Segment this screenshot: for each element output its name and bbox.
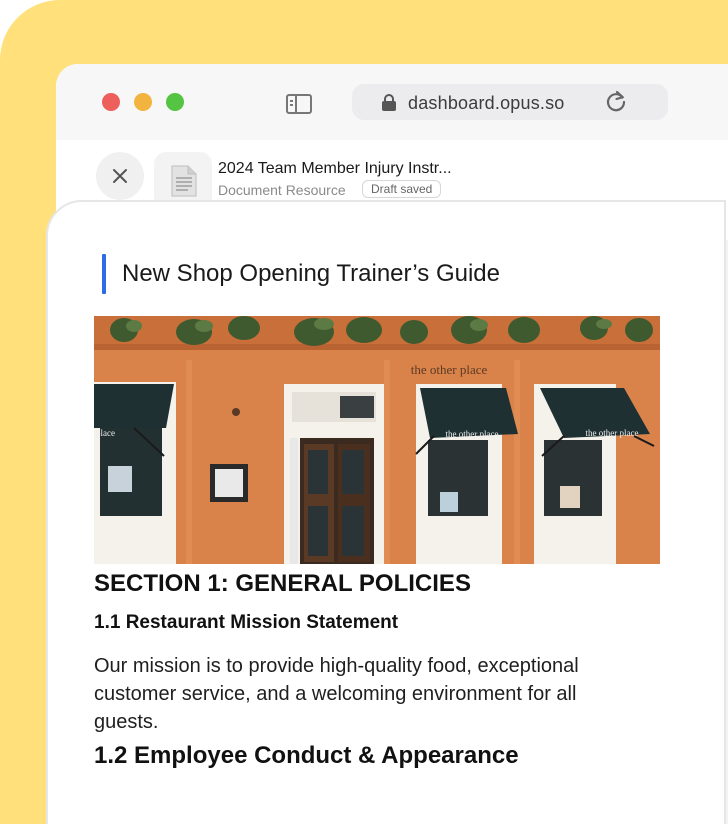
- lock-icon: [382, 94, 396, 111]
- browser-titlebar: dashboard.opus.so: [56, 64, 728, 140]
- document-title[interactable]: 2024 Team Member Injury Instr...: [218, 160, 452, 178]
- sidebar-toggle-icon[interactable]: [286, 94, 312, 114]
- window-minimize-dot[interactable]: [134, 93, 152, 111]
- document-type-label: Document Resource: [218, 182, 346, 198]
- facade-sign-text: the other place: [411, 362, 488, 377]
- document-file-icon: [171, 165, 197, 197]
- close-button[interactable]: [96, 152, 144, 200]
- address-bar[interactable]: dashboard.opus.so: [352, 84, 668, 120]
- awning-right-text: the other place: [586, 428, 639, 438]
- window-zoom-dot[interactable]: [166, 93, 184, 111]
- mission-paragraph[interactable]: Our mission is to provide high-quality f…: [94, 652, 634, 736]
- section-title[interactable]: SECTION 1: GENERAL POLICIES: [94, 570, 471, 598]
- window-close-dot[interactable]: [102, 93, 120, 111]
- page-title[interactable]: New Shop Opening Trainer’s Guide: [122, 260, 500, 288]
- awning-mid-text: the other place: [446, 429, 499, 439]
- status-badge: Draft saved: [362, 180, 442, 198]
- heading-accent-bar: [102, 254, 106, 294]
- awning-left-text: place: [96, 428, 115, 438]
- url-text: dashboard.opus.so: [408, 93, 565, 113]
- reload-icon[interactable]: [602, 88, 630, 116]
- subsection-heading-2[interactable]: 1.2 Employee Conduct & Appearance: [94, 742, 519, 770]
- close-icon: [113, 169, 127, 183]
- shop-front-image: the other place place the other place th…: [94, 316, 660, 564]
- subsection-heading-1[interactable]: 1.1 Restaurant Mission Statement: [94, 612, 398, 634]
- document-page[interactable]: New Shop Opening Trainer’s Guide the oth…: [46, 200, 726, 824]
